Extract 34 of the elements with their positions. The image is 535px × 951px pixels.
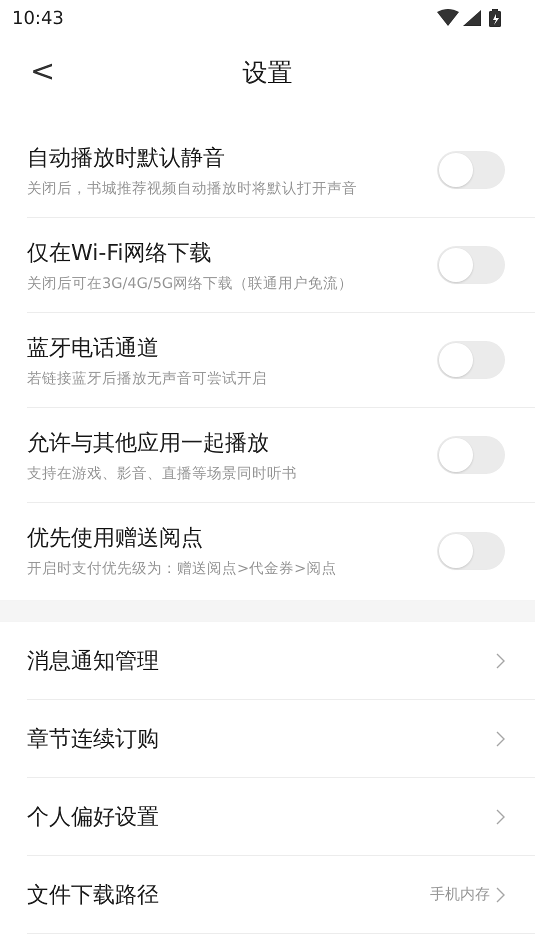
chevron-icon [496, 886, 505, 902]
settings-link-row[interactable]: 文件下载路径 手机内存 [27, 856, 535, 934]
link-value: 手机内存 [430, 885, 490, 904]
chevron-icon [496, 730, 505, 746]
setting-description: 关闭后，书城推荐视频自动播放时将默认打开声音 [27, 180, 357, 198]
setting-description: 支持在游戏、影音、直播等场景同时听书 [27, 464, 297, 482]
status-time: 10:43 [12, 8, 64, 28]
setting-description: 若链接蓝牙后播放无声音可尝试开启 [27, 370, 267, 388]
settings-link-row[interactable]: 章节连续订购 [27, 700, 535, 778]
chevron-icon [496, 652, 505, 668]
setting-title: 允许与其他应用一起播放 [27, 430, 270, 458]
link-label: 消息通知管理 [27, 648, 159, 676]
setting-title: 蓝牙电话通道 [27, 334, 160, 362]
signal-icon [463, 10, 481, 26]
toggle-switch[interactable] [437, 532, 505, 570]
battery-icon [489, 9, 501, 27]
settings-link-row[interactable]: 消息通知管理 [27, 622, 535, 700]
setting-description: 开启时支付优先级为：赠送阅点>代金券>阅点 [27, 560, 336, 578]
toggle-switch[interactable] [437, 246, 505, 284]
link-label: 个人偏好设置 [27, 804, 159, 832]
setting-title: 仅在Wi-Fi网络下载 [27, 240, 212, 268]
chevron-icon [496, 808, 505, 824]
page-title: 设置 [242, 56, 292, 88]
setting-description: 关闭后可在3G/4G/5G网络下载（联通用户免流） [27, 274, 354, 292]
link-label: 章节连续订购 [27, 726, 159, 754]
link-label: 文件下载路径 [27, 882, 159, 910]
toggle-switch[interactable] [437, 151, 505, 189]
setting-title: 自动播放时默认静音 [27, 144, 226, 172]
toggle-switch[interactable] [437, 436, 505, 474]
toggle-switch[interactable] [437, 341, 505, 379]
wifi-icon [437, 9, 459, 26]
back-button[interactable]: < [22, 50, 64, 93]
setting-title: 优先使用赠送阅点 [27, 525, 204, 553]
settings-link-row[interactable]: 个人偏好设置 [27, 778, 535, 856]
